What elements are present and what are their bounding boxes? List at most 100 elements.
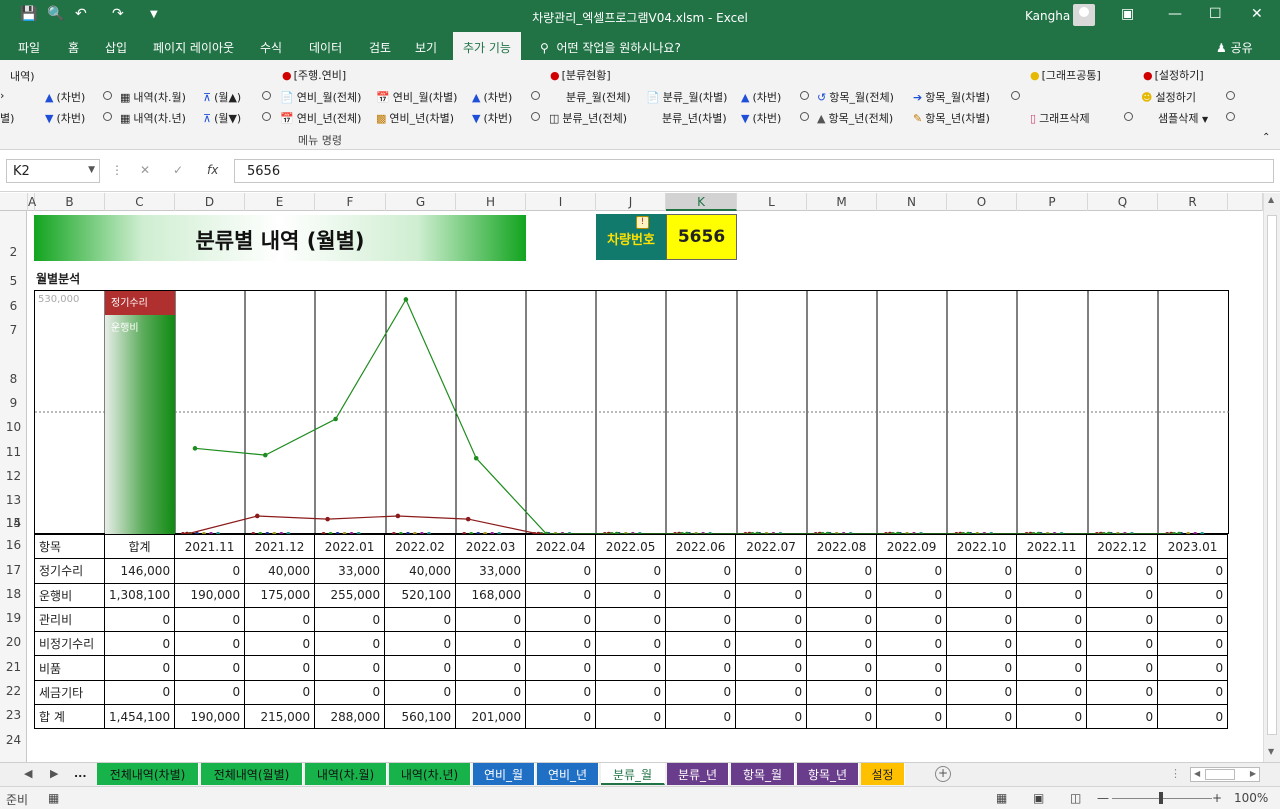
normal-view-icon[interactable]: ▦ — [996, 791, 1007, 805]
value-cell[interactable]: 0 — [384, 606, 457, 633]
ribbon-item-history-prev[interactable]: › — [0, 89, 4, 102]
ribbon-item-detail-car-month[interactable]: ▦ 내역(차.월) — [120, 89, 186, 105]
row-header-15[interactable]: 15 — [0, 516, 27, 530]
prev-sheet-icon[interactable]: ◀ — [24, 767, 32, 780]
column-header-r[interactable]: R — [1158, 193, 1228, 211]
header-month[interactable]: 2022.12 — [1086, 533, 1159, 560]
column-header-m[interactable]: M — [807, 193, 877, 211]
value-cell[interactable]: 0 — [174, 606, 246, 633]
ribbon-item-item-year-all[interactable]: ▲ 항목_년(전체) — [817, 110, 893, 126]
value-cell[interactable]: 288,000 — [314, 704, 386, 730]
value-cell[interactable]: 0 — [1016, 679, 1088, 706]
splitter-icon[interactable]: ⋮ — [1170, 767, 1181, 780]
column-header-h[interactable]: H — [456, 193, 526, 211]
sheet-tab[interactable]: 설정 — [861, 763, 905, 785]
column-header-j[interactable]: J — [596, 193, 666, 211]
radio-5[interactable] — [1011, 89, 1020, 102]
sheet-tab[interactable]: 연비_월 — [473, 763, 535, 785]
worksheet[interactable]: 분류별 내역 (월별) 차량번호 ! 5656 월별분석 정기수리 운행비 530,… — [28, 211, 1263, 762]
header-month[interactable]: 2023.01 — [1157, 533, 1229, 560]
ribbon-item-carnum-down[interactable]: ▼ (차번) — [45, 110, 85, 126]
ribbon-item-delete-sample[interactable]: 샘플삭제 ▼ — [1158, 110, 1208, 126]
ribbon-item-cat-year-car[interactable]: 분류_년(차별) — [662, 110, 727, 126]
value-cell[interactable]: 0 — [384, 655, 457, 681]
value-cell[interactable]: 0 — [595, 679, 667, 706]
select-all-corner[interactable] — [0, 193, 28, 211]
value-cell[interactable]: 0 — [1157, 582, 1229, 608]
column-header-k[interactable]: K — [666, 193, 737, 211]
value-cell[interactable]: 0 — [735, 631, 808, 657]
tell-me-search[interactable]: ⚲ 어떤 작업을 원하시나요? — [540, 39, 681, 56]
ribbon-item-settings[interactable]: ☻ 설정하기 — [1141, 89, 1196, 105]
value-cell[interactable]: 0 — [665, 679, 737, 706]
sheet-tab[interactable]: 분류_년 — [667, 763, 729, 785]
value-cell[interactable]: 0 — [665, 655, 737, 681]
value-cell[interactable]: 0 — [946, 558, 1018, 584]
ribbon-item-carnum-down-3[interactable]: ▼ (차번) — [741, 110, 781, 126]
row-header-17[interactable]: 17 — [0, 563, 27, 577]
ribbon-item-fuel-year-car[interactable]: ▩ 연비_년(차별) — [376, 110, 454, 126]
row-header-6[interactable]: 6 — [0, 299, 27, 313]
column-header-o[interactable]: O — [947, 193, 1017, 211]
value-cell[interactable]: 0 — [876, 558, 948, 584]
ribbon-item-carnum-down-2[interactable]: ▼ (차번) — [472, 110, 512, 126]
value-cell[interactable]: 0 — [1157, 679, 1229, 706]
value-cell[interactable]: 0 — [665, 631, 737, 657]
zoom-level[interactable]: 100% — [1234, 791, 1268, 805]
row-label[interactable]: 비품 — [34, 655, 105, 681]
value-cell[interactable]: 40,000 — [244, 558, 316, 584]
row-header-24[interactable]: 24 — [0, 733, 27, 747]
radio-12[interactable] — [1226, 110, 1235, 123]
header-month[interactable]: 2021.12 — [244, 533, 316, 560]
column-header-g[interactable]: G — [386, 193, 456, 211]
total-cell[interactable]: 1,308,100 — [103, 582, 176, 608]
value-cell[interactable]: 0 — [946, 679, 1018, 706]
radio-10[interactable] — [800, 110, 809, 123]
zoom-slider-handle[interactable] — [1159, 792, 1163, 804]
ribbon-item-month-asc[interactable]: ⊼ (월▲) — [203, 89, 241, 105]
formula-input[interactable]: 5656 — [234, 159, 1274, 183]
ribbon-item-item-month-car[interactable]: ➔ 항목_월(차별) — [913, 89, 990, 105]
value-cell[interactable]: 0 — [1086, 704, 1159, 730]
column-header-b[interactable]: B — [35, 193, 105, 211]
value-cell[interactable]: 0 — [1086, 606, 1159, 633]
value-cell[interactable]: 0 — [665, 606, 737, 633]
value-cell[interactable]: 0 — [525, 558, 597, 584]
value-cell[interactable]: 0 — [946, 655, 1018, 681]
radio-9[interactable] — [531, 110, 540, 123]
tab-page-layout[interactable]: 페이지 레이아웃 — [153, 39, 234, 56]
value-cell[interactable]: 0 — [384, 679, 457, 706]
sheet-tab[interactable]: 연비_년 — [537, 763, 599, 785]
tab-data[interactable]: 데이터 — [309, 39, 342, 56]
value-cell[interactable]: 520,100 — [384, 582, 457, 608]
radio-2[interactable] — [262, 89, 271, 102]
value-cell[interactable]: 0 — [595, 558, 667, 584]
value-cell[interactable]: 0 — [525, 679, 597, 706]
ribbon-item-fuel-month-car[interactable]: 📅 연비_월(차별) — [376, 89, 457, 105]
header-month[interactable]: 2022.07 — [735, 533, 808, 560]
value-cell[interactable]: 0 — [174, 655, 246, 681]
row-header-13[interactable]: 13 — [0, 493, 27, 507]
add-sheet-icon[interactable]: + — [935, 766, 951, 782]
value-cell[interactable]: 168,000 — [455, 582, 527, 608]
value-cell[interactable]: 0 — [735, 679, 808, 706]
value-cell[interactable]: 0 — [1016, 606, 1088, 633]
user-name[interactable]: Kangha — [1025, 9, 1070, 23]
value-cell[interactable]: 0 — [595, 582, 667, 608]
value-cell[interactable]: 0 — [455, 679, 527, 706]
value-cell[interactable]: 0 — [806, 631, 878, 657]
header-month[interactable]: 2022.04 — [525, 533, 597, 560]
vertical-scrollbar[interactable]: ▲ ▼ — [1263, 193, 1280, 762]
value-cell[interactable]: 0 — [595, 704, 667, 730]
collapse-ribbon-icon[interactable]: ⌃ — [1262, 132, 1270, 143]
header-month[interactable]: 2022.10 — [946, 533, 1018, 560]
value-cell[interactable]: 0 — [946, 631, 1018, 657]
value-cell[interactable]: 0 — [1157, 558, 1229, 584]
value-cell[interactable]: 33,000 — [314, 558, 386, 584]
value-cell[interactable]: 0 — [525, 606, 597, 633]
row-header-9[interactable]: 9 — [0, 396, 27, 410]
header-month[interactable]: 2022.05 — [595, 533, 667, 560]
value-cell[interactable]: 0 — [1086, 655, 1159, 681]
total-cell[interactable]: 0 — [103, 606, 176, 633]
scroll-thumb[interactable] — [1267, 215, 1277, 735]
